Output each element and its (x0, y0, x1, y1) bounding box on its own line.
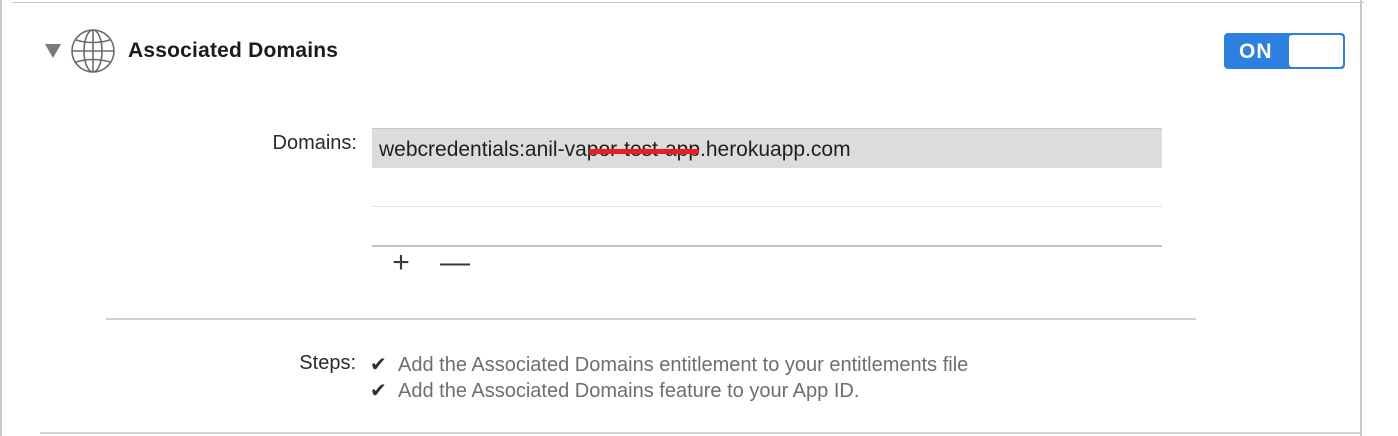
domains-table[interactable]: webcredentials:anil-vapor-test-app.herok… (372, 128, 1162, 248)
domains-label: Domains: (272, 132, 357, 154)
add-domain-button[interactable]: + (386, 248, 416, 278)
remove-domain-button[interactable]: — (440, 248, 470, 278)
toggle-label: ON (1239, 40, 1273, 63)
step-item: ✔ Add the Associated Domains entitlement … (370, 352, 968, 377)
steps-label: Steps: (299, 352, 356, 374)
capability-toggle[interactable]: ON (1224, 33, 1345, 69)
toggle-knob[interactable] (1289, 35, 1343, 67)
globe-icon (71, 29, 115, 73)
row-separator (372, 206, 1162, 207)
window-left-border (0, 0, 2, 436)
step-text: Add the Associated Domains feature to yo… (398, 380, 860, 402)
step-text: Add the Associated Domains entitlement t… (398, 354, 969, 376)
redaction-mark (589, 149, 699, 154)
section-divider (106, 318, 1196, 320)
step-item: ✔ Add the Associated Domains feature to y… (370, 378, 859, 403)
table-bottom-border (372, 245, 1162, 247)
domain-row[interactable]: webcredentials:anil-vapor-test-app.herok… (372, 128, 1162, 168)
checkmark-icon: ✔ (370, 354, 387, 376)
section-bottom-divider (40, 432, 1360, 434)
disclosure-triangle-down-icon[interactable] (44, 42, 62, 60)
checkmark-icon: ✔ (370, 380, 387, 402)
section-top-divider (12, 2, 1364, 3)
window-right-border (1360, 0, 1362, 436)
section-title: Associated Domains (128, 39, 339, 62)
